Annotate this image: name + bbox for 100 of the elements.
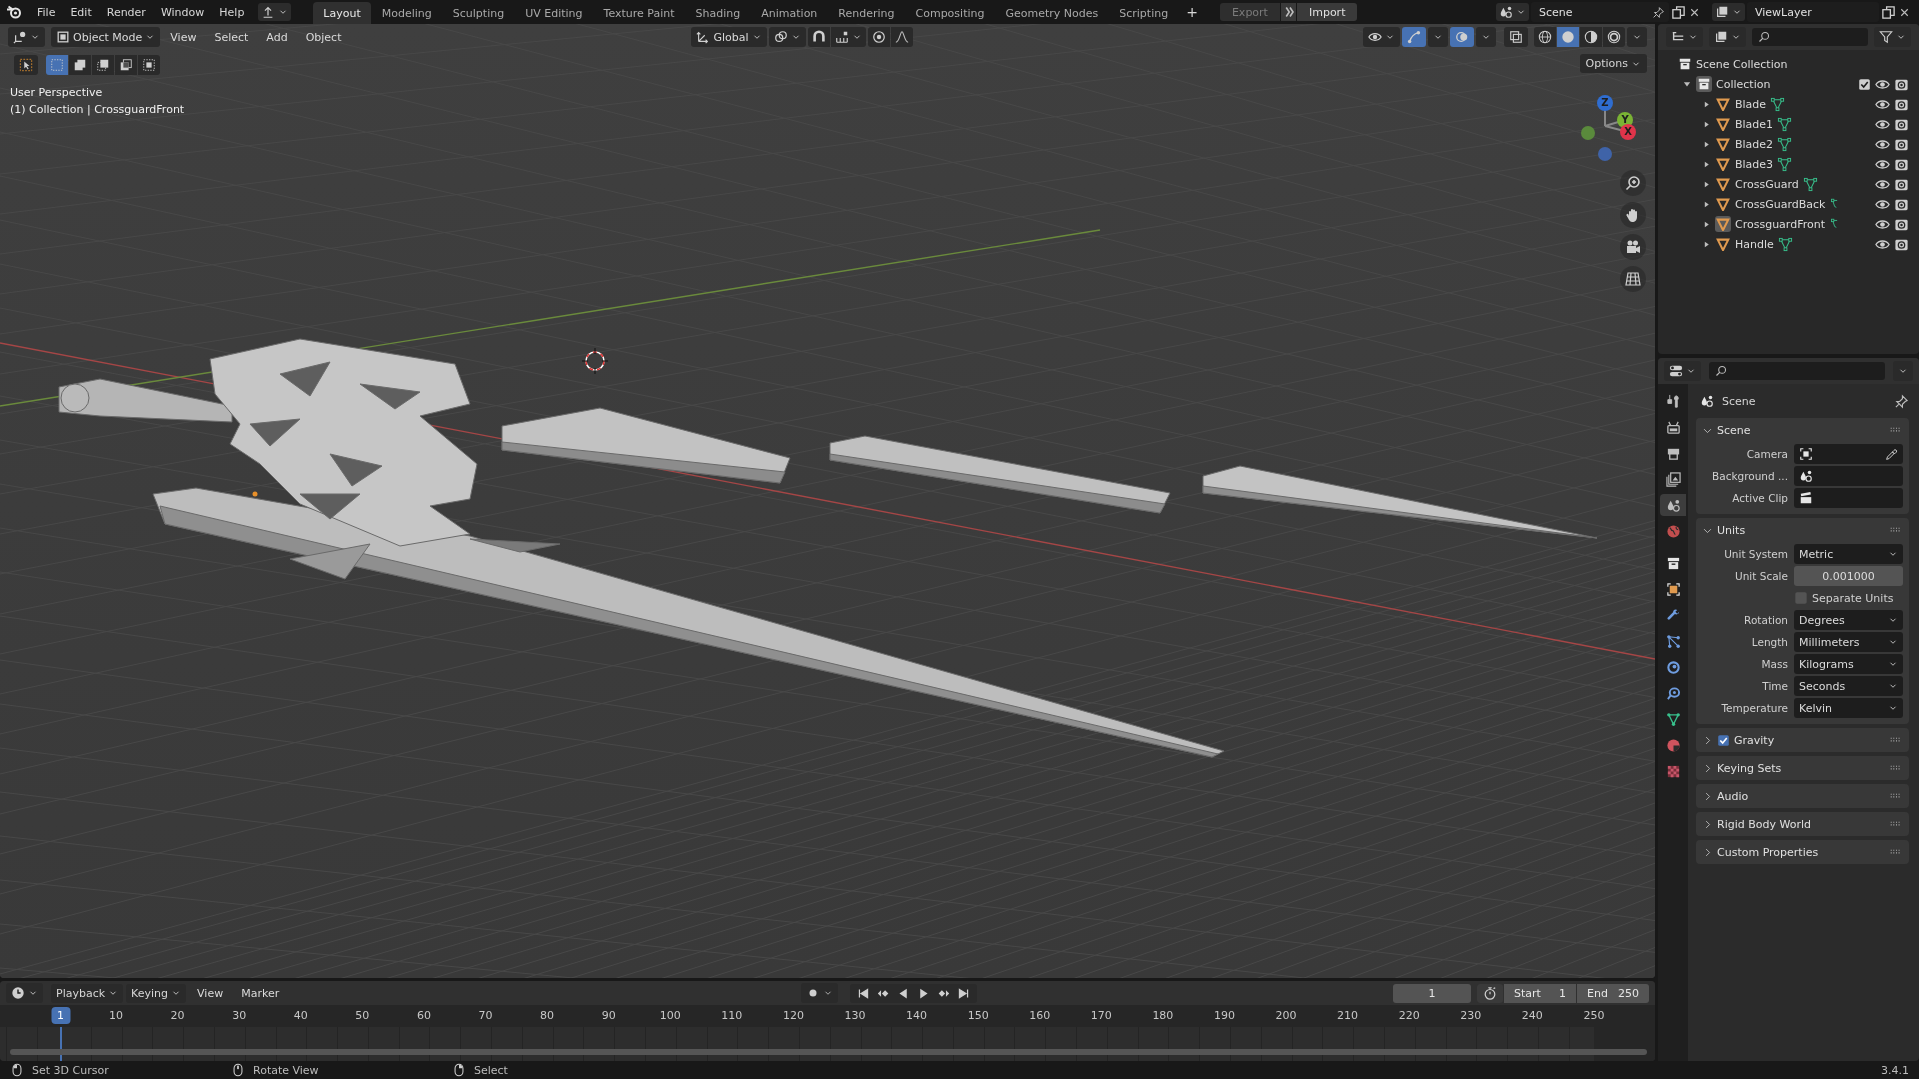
property-dropdown[interactable]: Kilograms (1794, 654, 1903, 674)
select-mode-button[interactable] (92, 55, 114, 75)
data-block-field[interactable] (1794, 466, 1903, 486)
expand-arrow-icon[interactable] (1682, 79, 1692, 89)
object-icon[interactable] (1715, 216, 1731, 232)
outliner-item[interactable]: Blade2 (1735, 137, 1774, 151)
logo-icon[interactable] (6, 4, 22, 20)
panel-title[interactable]: Scene (1717, 423, 1751, 437)
mesh-icon[interactable] (1777, 136, 1793, 152)
perspective-button[interactable] (1620, 266, 1646, 292)
panel-title[interactable]: Audio (1717, 789, 1749, 803)
display-mode-button[interactable] (1709, 27, 1746, 47)
pin-icon[interactable] (1894, 393, 1909, 409)
properties-tab[interactable] (1660, 494, 1686, 516)
workspace-tab[interactable]: Scripting (1109, 2, 1179, 24)
menu-item[interactable]: File (30, 2, 63, 22)
editor-type-button[interactable] (1666, 27, 1703, 47)
outliner-item[interactable]: Handle (1735, 237, 1774, 251)
filter-button[interactable] (1874, 27, 1911, 47)
outliner-item[interactable]: Collection (1716, 77, 1771, 91)
select-mode-button[interactable] (115, 55, 137, 75)
pin-icon[interactable] (1652, 5, 1665, 19)
mesh-icon[interactable] (1802, 176, 1818, 192)
object-icon[interactable] (1715, 176, 1731, 192)
panel-title[interactable]: Gravity (1734, 733, 1775, 747)
menu-item[interactable]: Object (297, 27, 350, 47)
outliner-item[interactable]: Blade (1735, 97, 1767, 111)
end-frame-field[interactable]: End 250 (1577, 983, 1649, 1003)
object-icon[interactable] (1715, 196, 1731, 212)
snap-toggle[interactable] (807, 27, 830, 47)
panel-title[interactable]: Custom Properties (1717, 845, 1819, 859)
editor-type-button[interactable] (6, 983, 43, 1003)
falloff-button[interactable] (890, 27, 913, 47)
workspace-tab[interactable]: Modeling (371, 2, 442, 24)
panel-title[interactable]: Keying Sets (1717, 761, 1782, 775)
workspace-tab[interactable]: Shading (685, 2, 751, 24)
object-icon[interactable] (1715, 156, 1731, 172)
workspace-tab[interactable]: UV Editing (515, 2, 593, 24)
property-dropdown[interactable]: Metric (1794, 544, 1903, 564)
panel-title[interactable]: Units (1717, 523, 1746, 537)
add-workspace-button[interactable]: + (1179, 1, 1205, 23)
property-dropdown[interactable]: Seconds (1794, 676, 1903, 696)
data-block-field[interactable] (1794, 488, 1903, 508)
view-layer-field[interactable]: ViewLayer (1747, 2, 1879, 22)
menu-item[interactable]: Add (258, 27, 296, 47)
tool-button[interactable] (14, 55, 38, 75)
menu-item[interactable]: View (189, 983, 232, 1003)
search-field[interactable] (1752, 28, 1868, 46)
pivot-button[interactable] (768, 27, 806, 47)
camera-view-button[interactable] (1620, 234, 1646, 260)
scene-field[interactable]: Scene (1531, 2, 1669, 22)
workspace-tab[interactable]: Geometry Nodes (995, 2, 1109, 24)
playhead[interactable]: 1 (51, 1007, 71, 1024)
workspace-tab[interactable]: Texture Paint (593, 2, 685, 24)
start-frame-field[interactable]: Start 1 (1504, 983, 1576, 1003)
select-mode-button[interactable] (138, 55, 160, 75)
outliner-item[interactable]: CrossGuard (1735, 177, 1799, 191)
record-button[interactable] (801, 983, 839, 1003)
3d-viewport[interactable]: Object Mode View Select Add Object Global User Perspective (1) Collection | CrossguardFront Options Z Y X (0, 24, 1655, 978)
menu-dropdown[interactable]: Keying (126, 983, 187, 1003)
orientation-dropdown[interactable]: Global (691, 27, 767, 47)
copy-icon[interactable] (1671, 4, 1686, 20)
property-dropdown[interactable]: Degrees (1794, 610, 1903, 630)
outliner-item[interactable]: Scene Collection (1696, 57, 1788, 71)
visibility-button[interactable] (1363, 27, 1400, 47)
object-icon[interactable] (1715, 116, 1731, 132)
gizmo-toggle[interactable] (1402, 27, 1426, 47)
workspace-tab[interactable]: Compositing (905, 2, 995, 24)
editor-type-button[interactable] (8, 27, 45, 47)
menu-item[interactable]: Marker (233, 983, 288, 1003)
data-block-field[interactable] (1794, 444, 1903, 464)
object-icon[interactable] (1715, 136, 1731, 152)
panel-title[interactable]: Rigid Body World (1717, 817, 1811, 831)
copy-icon[interactable] (1881, 4, 1896, 20)
mesh-icon[interactable] (1777, 156, 1793, 172)
search-field[interactable] (1709, 362, 1885, 380)
export-menu-button[interactable] (258, 3, 292, 21)
workspace-tab[interactable]: Layout (313, 2, 371, 24)
scrollbar[interactable] (10, 1049, 1647, 1055)
snap-button[interactable] (830, 27, 866, 47)
workspace-tab[interactable]: Animation (751, 2, 828, 24)
shading-button[interactable] (1603, 27, 1625, 47)
menu-item[interactable]: Edit (63, 2, 99, 22)
menu-item[interactable]: Select (206, 27, 257, 47)
checkbox[interactable] (1794, 591, 1808, 605)
overlay-toggle[interactable] (1450, 27, 1474, 47)
toolbar-button[interactable]: Import (1296, 3, 1358, 21)
menu-item[interactable]: Help (212, 2, 252, 22)
select-mode-button[interactable] (69, 55, 91, 75)
menu-dropdown[interactable]: Playback (51, 983, 124, 1003)
view-layer-browse-button[interactable] (1712, 3, 1745, 21)
shading-button[interactable] (1534, 27, 1556, 47)
checkbox-label[interactable]: Separate Units (1812, 591, 1894, 605)
property-dropdown[interactable]: Kelvin (1794, 698, 1903, 718)
checkbox[interactable] (1717, 733, 1730, 747)
mode-dropdown[interactable]: Object Mode (51, 27, 161, 47)
menu-item[interactable]: View (162, 27, 205, 47)
preview-range-button[interactable] (1477, 983, 1503, 1003)
eyedropper-icon[interactable] (1885, 447, 1898, 461)
pan-button[interactable] (1620, 202, 1646, 228)
